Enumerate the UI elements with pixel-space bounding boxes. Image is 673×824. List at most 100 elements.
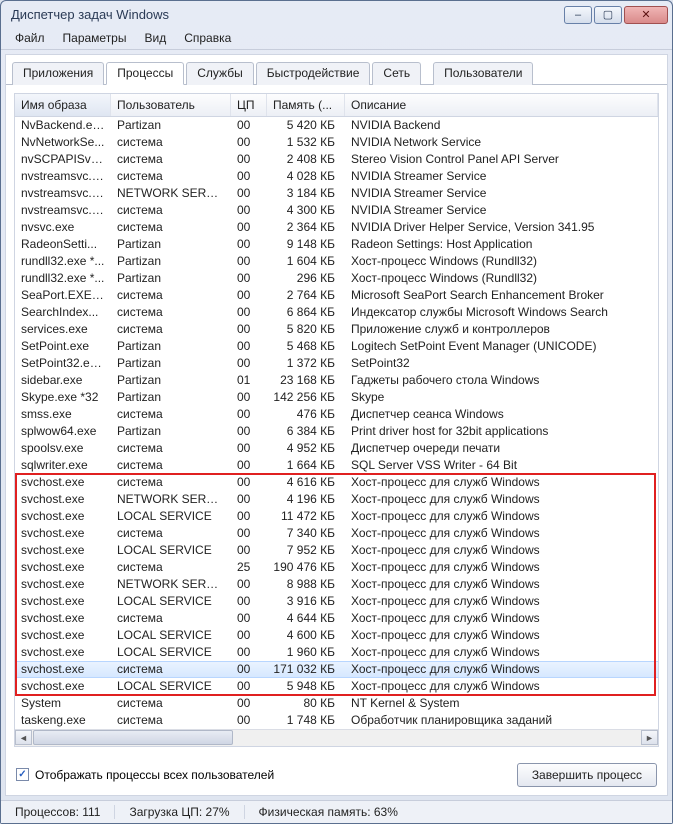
table-row[interactable]: Systemсистема0080 КБNT Kernel & System [15,695,658,712]
cell-mem: 296 КБ [267,271,345,285]
menu-file[interactable]: Файл [7,29,53,47]
cell-img: SetPoint32.ex... [15,356,111,370]
cell-cpu: 01 [231,373,267,387]
table-row[interactable]: Skype.exe *32Partizan00142 256 КБSkype [15,389,658,406]
cell-user: система [111,662,231,676]
table-row[interactable]: rundll32.exe *...Partizan00296 КБХост-пр… [15,270,658,287]
cell-mem: 8 988 КБ [267,577,345,591]
table-row[interactable]: rundll32.exe *...Partizan001 604 КБХост-… [15,253,658,270]
table-row[interactable]: NvBackend.ex...Partizan005 420 КБNVIDIA … [15,117,658,134]
window-title: Диспетчер задач Windows [11,7,562,22]
table-row[interactable]: sqlwriter.exeсистема001 664 КБSQL Server… [15,457,658,474]
cell-desc: Хост-процесс для служб Windows [345,509,658,523]
cell-user: система [111,305,231,319]
table-row[interactable]: SearchIndex...система006 864 КБИндексато… [15,304,658,321]
cell-img: svchost.exe [15,577,111,591]
table-row[interactable]: SeaPort.EXE *32система002 764 КБMicrosof… [15,287,658,304]
table-row[interactable]: svchost.exeNETWORK SERVICE004 196 КБХост… [15,491,658,508]
cell-img: spoolsv.exe [15,441,111,455]
table-row[interactable]: svchost.exeсистема004 644 КБХост-процесс… [15,610,658,627]
cell-cpu: 00 [231,169,267,183]
column-header-0[interactable]: Имя образа [15,94,111,116]
cell-mem: 5 948 КБ [267,679,345,693]
table-row[interactable]: nvsvc.exeсистема002 364 КБNVIDIA Driver … [15,219,658,236]
tab-2[interactable]: Службы [186,62,253,85]
cell-img: rundll32.exe *... [15,254,111,268]
scroll-left-arrow[interactable]: ◄ [15,730,32,745]
cell-user: LOCAL SERVICE [111,679,231,693]
table-row[interactable]: svchost.exeLOCAL SERVICE001 960 КБХост-п… [15,644,658,661]
cell-img: nvsvc.exe [15,220,111,234]
menu-help[interactable]: Справка [176,29,239,47]
column-header-2[interactable]: ЦП [231,94,267,116]
titlebar[interactable]: Диспетчер задач Windows – ▢ ✕ [1,1,672,28]
cell-img: svchost.exe [15,526,111,540]
menubar: Файл Параметры Вид Справка [1,28,672,49]
table-row[interactable]: smss.exeсистема00476 КБДиспетчер сеанса … [15,406,658,423]
table-row[interactable]: svchost.exeсистема25190 476 КБХост-проце… [15,559,658,576]
table-row[interactable]: nvstreamsvc.e...система004 300 КБNVIDIA … [15,202,658,219]
table-row[interactable]: SetPoint32.ex...Partizan001 372 КБSetPoi… [15,355,658,372]
table-row[interactable]: svchost.exeLOCAL SERVICE005 948 КБХост-п… [15,678,658,695]
column-header-4[interactable]: Описание [345,94,658,116]
process-rows[interactable]: NvBackend.ex...Partizan005 420 КБNVIDIA … [15,117,658,729]
cell-cpu: 00 [231,339,267,353]
cell-user: Partizan [111,339,231,353]
column-header-1[interactable]: Пользователь [111,94,231,116]
table-row[interactable]: spoolsv.exeсистема004 952 КБДиспетчер оч… [15,440,658,457]
tab-5[interactable]: Пользователи [433,62,533,85]
table-row[interactable]: svchost.exeсистема007 340 КБХост-процесс… [15,525,658,542]
cell-mem: 2 408 КБ [267,152,345,166]
cell-cpu: 00 [231,322,267,336]
close-button[interactable]: ✕ [624,6,668,24]
table-row[interactable]: svchost.exeNETWORK SERVICE008 988 КБХост… [15,576,658,593]
tab-3[interactable]: Быстродействие [256,62,371,85]
table-row[interactable]: svchost.exeLOCAL SERVICE003 916 КБХост-п… [15,593,658,610]
table-row[interactable]: svchost.exeсистема00171 032 КБХост-проце… [15,661,658,678]
table-row[interactable]: svchost.exeсистема004 616 КБХост-процесс… [15,474,658,491]
table-row[interactable]: NvNetworkSe...система001 532 КБNVIDIA Ne… [15,134,658,151]
scroll-right-arrow[interactable]: ► [641,730,658,745]
tab-1[interactable]: Процессы [106,62,184,85]
scroll-thumb[interactable] [33,730,233,745]
tab-0[interactable]: Приложения [12,62,104,85]
cell-mem: 190 476 КБ [267,560,345,574]
table-row[interactable]: nvstreamsvc.e...система004 028 КБNVIDIA … [15,168,658,185]
minimize-button[interactable]: – [564,6,592,24]
table-row[interactable]: splwow64.exePartizan006 384 КБPrint driv… [15,423,658,440]
cell-mem: 5 820 КБ [267,322,345,336]
table-row[interactable]: svchost.exeLOCAL SERVICE004 600 КБХост-п… [15,627,658,644]
table-row[interactable]: svchost.exeLOCAL SERVICE007 952 КБХост-п… [15,542,658,559]
cell-desc: Хост-процесс Windows (Rundll32) [345,254,658,268]
menu-view[interactable]: Вид [136,29,174,47]
cell-cpu: 00 [231,645,267,659]
end-process-button[interactable]: Завершить процесс [517,763,657,787]
tab-4[interactable]: Сеть [372,62,421,85]
show-all-users-checkbox[interactable]: ✓ Отображать процессы всех пользователей [16,768,274,782]
table-row[interactable]: services.exeсистема005 820 КБПриложение … [15,321,658,338]
horizontal-scrollbar[interactable]: ◄ ► [15,729,658,746]
cell-mem: 4 300 КБ [267,203,345,217]
status-cpu: Загрузка ЦП: 27% [115,805,244,819]
cell-desc: NT Kernel & System [345,696,658,710]
table-row[interactable]: taskeng.exeсистема001 748 КБОбработчик п… [15,712,658,729]
cell-img: rundll32.exe *... [15,271,111,285]
cell-cpu: 00 [231,424,267,438]
table-row[interactable]: nvstreamsvc.e...NETWORK SERVICE003 184 К… [15,185,658,202]
cell-img: nvstreamsvc.e... [15,203,111,217]
table-row[interactable]: SetPoint.exePartizan005 468 КБLogitech S… [15,338,658,355]
table-row[interactable]: nvSCPAPISvr.e...система002 408 КБStereo … [15,151,658,168]
column-header-3[interactable]: Память (... [267,94,345,116]
cell-user: Partizan [111,356,231,370]
table-row[interactable]: svchost.exeLOCAL SERVICE0011 472 КБХост-… [15,508,658,525]
menu-options[interactable]: Параметры [55,29,135,47]
cell-desc: Диспетчер сеанса Windows [345,407,658,421]
table-row[interactable]: RadeonSetti...Partizan009 148 КБRadeon S… [15,236,658,253]
table-row[interactable]: sidebar.exePartizan0123 168 КБГаджеты ра… [15,372,658,389]
cell-cpu: 00 [231,543,267,557]
cell-img: svchost.exe [15,543,111,557]
cell-desc: NVIDIA Streamer Service [345,169,658,183]
cell-user: система [111,407,231,421]
maximize-button[interactable]: ▢ [594,6,622,24]
cell-cpu: 00 [231,662,267,676]
